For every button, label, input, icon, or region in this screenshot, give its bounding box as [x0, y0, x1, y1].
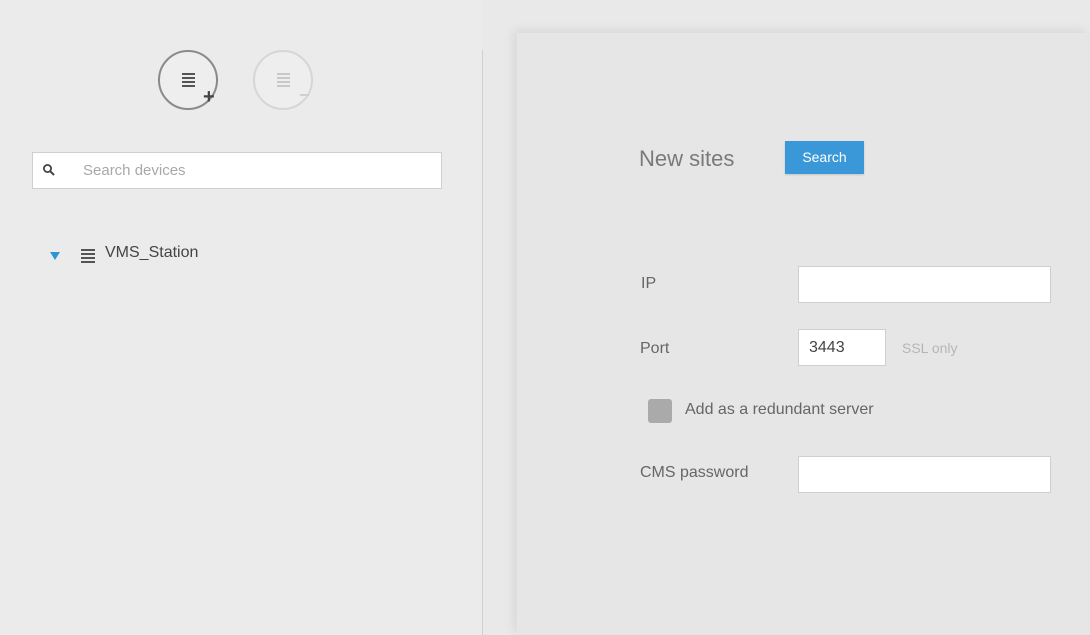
port-input[interactable]	[798, 329, 886, 366]
search-icon	[43, 164, 55, 176]
expand-arrow-icon[interactable]	[50, 252, 60, 260]
server-add-icon	[182, 73, 195, 89]
port-label: Port	[640, 340, 670, 357]
search-button[interactable]: Search	[785, 141, 864, 174]
plus-icon: +	[203, 86, 215, 108]
cms-password-label: CMS password	[640, 464, 749, 481]
ssl-only-note: SSL only	[902, 340, 958, 356]
ip-input[interactable]	[798, 266, 1051, 303]
ip-label: IP	[641, 275, 657, 292]
redundant-server-checkbox[interactable]	[648, 399, 672, 423]
pane-divider	[482, 50, 483, 635]
server-remove-icon	[277, 73, 290, 89]
tree-item-vms-station[interactable]: VMS_Station	[50, 242, 350, 266]
tree-item-label: VMS_Station	[105, 244, 199, 261]
redundant-server-label[interactable]: Add as a redundant server	[685, 401, 874, 419]
device-search-box[interactable]	[32, 152, 442, 189]
minus-icon: −	[299, 85, 310, 105]
add-site-button[interactable]: +	[158, 50, 218, 110]
page-title: New sites	[639, 146, 735, 171]
remove-site-button[interactable]: −	[253, 50, 313, 110]
server-icon	[81, 249, 95, 265]
cms-password-input[interactable]	[798, 456, 1051, 493]
search-devices-input[interactable]	[83, 153, 433, 188]
device-sidebar: + − VMS_Station	[0, 0, 482, 635]
